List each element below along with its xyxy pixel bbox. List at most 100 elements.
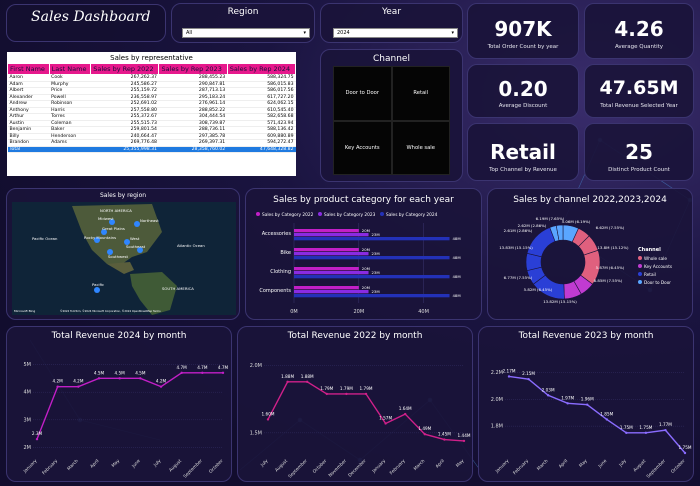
kpi-value: 47.65M: [599, 77, 679, 99]
year-dropdown[interactable]: 2024 ▾: [333, 28, 458, 38]
legend-marker: [256, 212, 260, 216]
kpi-label: Average Quantity: [614, 44, 664, 50]
map-attribution: ©2024 TomTom, ©2024 Microsoft Corporatio…: [60, 309, 161, 313]
bar: [294, 294, 450, 298]
kpi-card-total-revenue[interactable]: 47.65M Total Revenue Selected Year: [584, 64, 694, 118]
y-tick-label: 2.2M: [491, 370, 503, 376]
total-cell: Total: [7, 146, 50, 153]
slice-label: 2.62M (2.86%): [518, 223, 547, 228]
category-bar-chart-panel: Sales by product category for each year …: [245, 188, 482, 320]
sales-by-rep-table-panel[interactable]: Sales by representative First Name Last N…: [7, 52, 296, 176]
legend-marker: [318, 212, 322, 216]
data-point: [118, 377, 121, 380]
bar: [294, 271, 369, 275]
column-header[interactable]: Sales by Rep 2024: [226, 63, 296, 75]
revenue-2022-line-chart[interactable]: 1.5M 2.0M 1.60M July 1.88M August 1.88M Septemb…: [238, 341, 474, 481]
channel-cell-wholesale[interactable]: Whole sale: [391, 120, 450, 175]
year-slicer[interactable]: Year 2024 ▾: [320, 3, 463, 43]
revenue-2024-line-chart[interactable]: 2M 3M 4M 5M 2.3M January 4.2M February 4.2M March…: [7, 341, 233, 481]
bar-data-label: 48M: [453, 236, 461, 241]
data-label: 1.96M: [581, 397, 594, 402]
data-point: [605, 418, 608, 421]
dashboard-canvas: Sales Dashboard Region All ▾ Year 2024 ▾…: [0, 0, 700, 486]
data-label: 2.15M: [522, 371, 535, 376]
kpi-card-order-count[interactable]: 907K Total Order Count by year: [467, 3, 579, 59]
map-label: Great Plains: [102, 226, 125, 231]
x-tick-label: May: [455, 458, 466, 469]
data-label: 4.7M: [218, 365, 229, 370]
y-tick-label: 1.5M: [250, 430, 262, 436]
data-label: 4.5M: [115, 370, 126, 375]
x-tick-label: September: [287, 458, 309, 480]
category-label: Bike: [280, 250, 291, 256]
x-tick-label: June: [130, 458, 142, 470]
kpi-label: Total Revenue Selected Year: [600, 103, 678, 109]
x-tick-label: July: [259, 458, 270, 469]
kpi-value: 4.26: [614, 17, 664, 41]
data-label: 2.03M: [542, 387, 555, 392]
data-point: [159, 385, 163, 388]
kpi-card-avg-quantity[interactable]: 4.26 Average Quantity: [584, 3, 694, 59]
data-label: 1.64M: [399, 406, 412, 411]
x-tick-label: August: [274, 458, 289, 473]
legend-label: Retail: [644, 272, 656, 277]
kpi-card-avg-discount[interactable]: 0.20 Average Discount: [467, 64, 579, 118]
column-header[interactable]: Sales by Rep 2022: [90, 63, 160, 75]
x-tick-label: December: [347, 458, 367, 478]
x-tick-label: August: [632, 458, 647, 473]
data-point: [527, 377, 530, 381]
x-tick-label: August: [168, 458, 183, 473]
bar-data-label: 20M: [362, 228, 370, 233]
data-label: 1.75M: [679, 445, 692, 450]
chevron-down-icon: ▾: [303, 30, 306, 36]
kpi-value: 25: [625, 140, 653, 164]
legend-marker: [638, 264, 642, 268]
line-2024-title: Total Revenue 2024 by month: [51, 331, 187, 341]
slice-label: 6.77M (7.55%): [504, 275, 533, 280]
data-point: [139, 377, 142, 380]
data-point: [97, 377, 101, 380]
kpi-card-product-count[interactable]: 25 Distinct Product Count: [584, 123, 694, 181]
data-point: [566, 402, 569, 405]
x-tick-label: February: [512, 458, 530, 476]
column-header[interactable]: First Name: [7, 63, 50, 75]
data-point: [325, 392, 328, 396]
channel-cell-retail[interactable]: Retail: [391, 66, 450, 121]
revenue-2023-line-chart[interactable]: 1.8M 2.0M 2.2M 2.17M January 2.15M February 2.0…: [479, 341, 695, 481]
x-tick-label: February: [389, 458, 407, 476]
category-label: Clothing: [270, 269, 291, 275]
legend-marker: [638, 272, 642, 276]
region-slicer[interactable]: Region All ▾: [171, 3, 315, 43]
map-label: NORTH AMERICA: [100, 208, 132, 213]
data-point: [286, 380, 289, 384]
legend-marker: [380, 212, 384, 216]
map-label: Atlantic Ocean: [177, 243, 205, 248]
kpi-card-top-channel[interactable]: Retail Top Channel by Revenue: [467, 123, 579, 181]
x-tick-label: 0M: [290, 309, 298, 315]
column-header[interactable]: Sales by Rep 2023: [158, 63, 228, 75]
category-bar-chart[interactable]: Sales by Category 2022 Sales by Category …: [246, 207, 483, 319]
bar-data-label: 20M: [362, 285, 370, 290]
x-tick-label: July: [152, 458, 163, 469]
legend-label: Sales by Category 2023: [324, 212, 376, 218]
x-tick-label: April: [558, 458, 569, 469]
bar: [294, 275, 450, 279]
x-tick-label: March: [536, 458, 550, 472]
data-point: [423, 433, 426, 436]
channel-cell-door-to-door[interactable]: Door to Door: [333, 66, 392, 121]
sales-by-region-map[interactable]: NORTH AMERICA Midwest Northeast Great Pl…: [12, 202, 236, 315]
bar-data-label: 23M: [372, 289, 380, 294]
column-header[interactable]: Last Name: [48, 63, 92, 75]
data-label: 4.7M: [177, 365, 188, 370]
x-tick-label: January: [494, 458, 511, 475]
bar-data-label: 23M: [372, 270, 380, 275]
channel-panel: Channel Door to Door Retail Key Accounts…: [320, 49, 463, 182]
data-point: [462, 439, 466, 443]
data-label: 1.60M: [262, 411, 275, 416]
data-label: 4.2M: [156, 379, 167, 384]
channel-donut-chart[interactable]: 6.19M (7.65%)5.06M (6.19%) 6.62M (7.55%) 1…: [488, 207, 694, 319]
x-tick-label: May: [110, 458, 121, 469]
region-dropdown[interactable]: All ▾: [182, 28, 310, 38]
channel-cell-key-accounts[interactable]: Key Accounts: [333, 120, 392, 175]
map-title: Sales by region: [99, 192, 147, 199]
